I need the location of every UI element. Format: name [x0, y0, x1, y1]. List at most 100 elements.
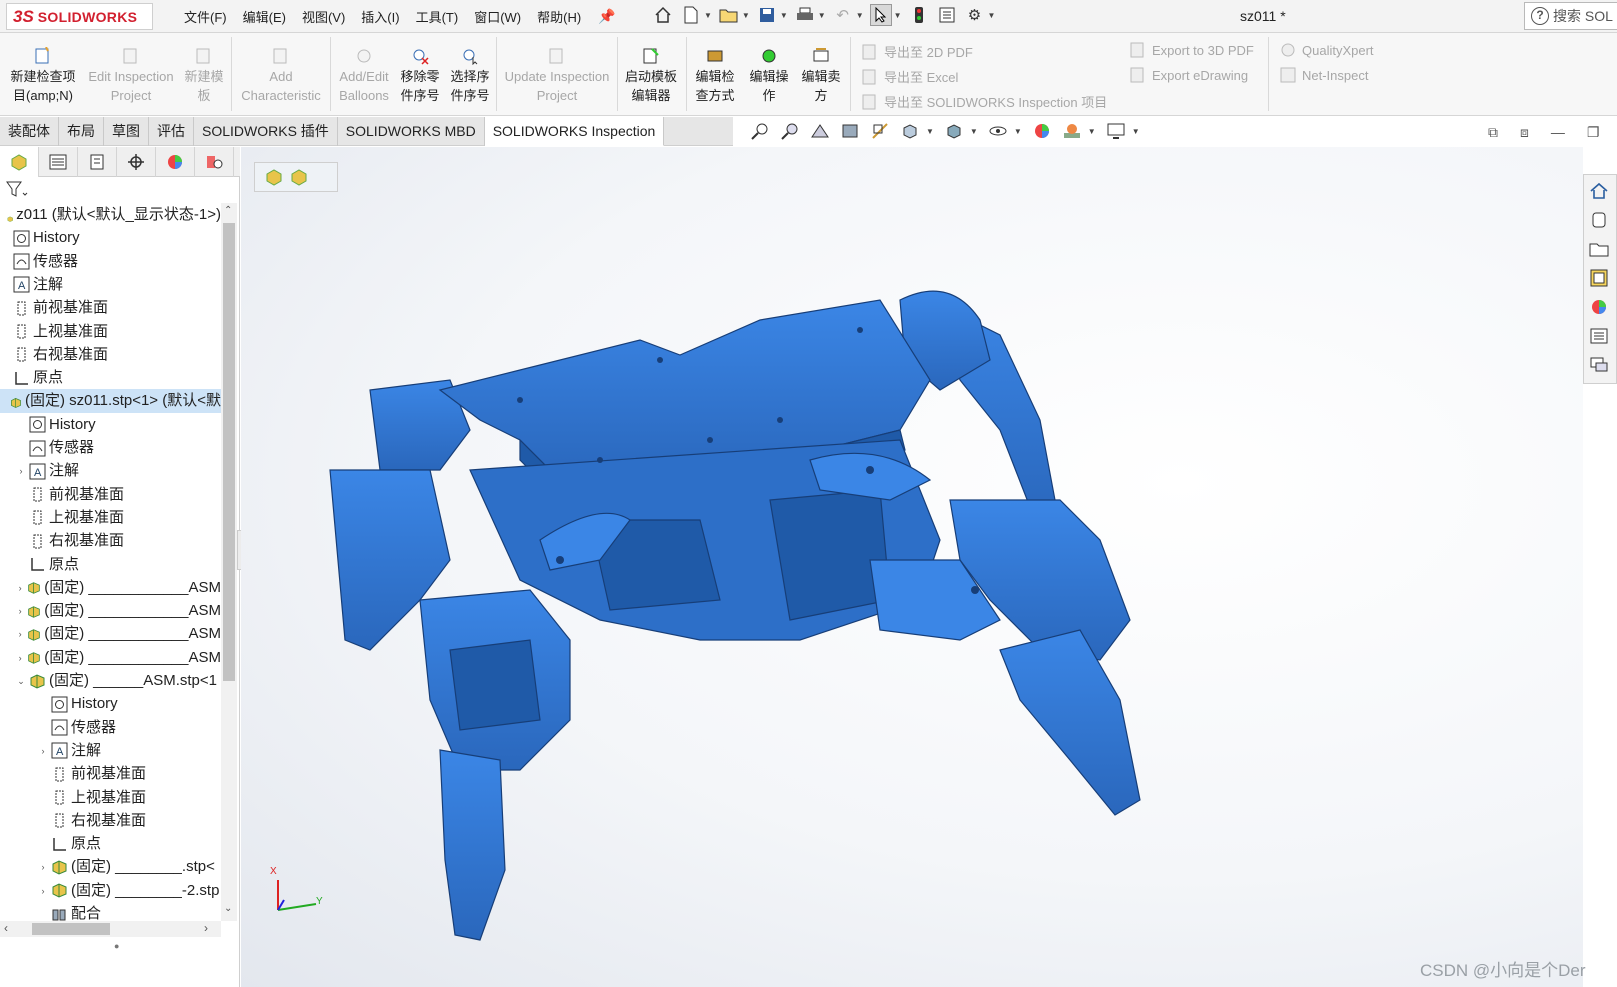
tab-layout[interactable]: 布局: [59, 117, 104, 146]
tree-row[interactable]: History: [0, 226, 221, 250]
tree-row[interactable]: 配合: [38, 902, 221, 921]
expand-toggle-icon[interactable]: ›: [16, 622, 24, 646]
home-icon[interactable]: [1589, 181, 1611, 203]
new-document-icon[interactable]: [680, 4, 702, 26]
filter-icon[interactable]: [6, 181, 28, 202]
view-settings-icon[interactable]: [1106, 121, 1126, 141]
edit-operation-button[interactable]: 编辑操作: [744, 47, 794, 105]
tree-row[interactable]: › (固定) ____________ASM: [16, 646, 221, 670]
tree-row[interactable]: 原点: [16, 553, 221, 577]
edit-vendor-button[interactable]: 编辑卖方: [796, 47, 846, 105]
export-excel-button[interactable]: 导出至 Excel: [862, 67, 958, 86]
tree-row[interactable]: › A 注解: [16, 459, 221, 483]
tab-addins[interactable]: SOLIDWORKS 插件: [194, 117, 338, 146]
menu-file[interactable]: 文件(F): [176, 7, 235, 26]
scrollbar-thumb[interactable]: [32, 923, 110, 935]
menu-insert[interactable]: 插入(I): [353, 7, 407, 26]
breadcrumb[interactable]: [254, 162, 338, 192]
expand-toggle-icon[interactable]: ›: [16, 646, 24, 670]
tree-row[interactable]: z011 (默认<默认_显示状态-1>): [0, 203, 221, 227]
tree-row[interactable]: 原点: [38, 832, 221, 856]
propertymanager-tab[interactable]: [39, 147, 78, 177]
maximize-icon[interactable]: ❐: [1587, 124, 1600, 141]
tree-row[interactable]: 传感器: [16, 436, 221, 460]
scroll-left-icon[interactable]: ‹: [4, 921, 8, 935]
help-question-icon[interactable]: ?: [1531, 7, 1549, 25]
design-library-icon[interactable]: [1589, 210, 1611, 232]
forum-icon[interactable]: [1589, 355, 1611, 377]
apply-scene-icon[interactable]: [1062, 121, 1082, 141]
chevron-down-icon[interactable]: ▼: [1132, 127, 1140, 136]
tree-row[interactable]: 传感器: [38, 716, 221, 740]
scroll-up-icon[interactable]: ⌃: [224, 205, 232, 216]
tree-row[interactable]: 右视基准面: [0, 343, 221, 367]
chevron-down-icon[interactable]: ▼: [780, 11, 788, 20]
restore-pane-icon[interactable]: ⧉: [1488, 124, 1498, 141]
tree-row[interactable]: › (固定) ____________ASM: [16, 622, 221, 646]
edit-appearance-icon[interactable]: [1032, 121, 1052, 141]
chevron-down-icon[interactable]: ▼: [1014, 127, 1022, 136]
zoom-to-area-icon[interactable]: [780, 121, 800, 141]
qualityxpert-button[interactable]: QualityXpert: [1280, 42, 1374, 58]
dynamic-annotation-icon[interactable]: [870, 121, 890, 141]
chevron-down-icon[interactable]: ▼: [1088, 127, 1096, 136]
tab-evaluate[interactable]: 评估: [149, 117, 194, 146]
print-icon[interactable]: [794, 4, 816, 26]
tree-row[interactable]: 前视基准面: [16, 483, 221, 507]
tree-row[interactable]: › (固定) ________.stp<: [38, 855, 221, 879]
pin-icon[interactable]: 📌: [598, 8, 615, 25]
expand-toggle-icon[interactable]: ›: [38, 739, 48, 763]
assembly-breadcrumb-icon[interactable]: [265, 168, 283, 186]
scroll-right-icon[interactable]: ›: [204, 921, 208, 935]
chevron-down-icon[interactable]: ▼: [742, 11, 750, 20]
tree-horizontal-scrollbar[interactable]: ‹ ›: [0, 921, 221, 937]
section-view-icon[interactable]: [840, 121, 860, 141]
scrollbar-thumb[interactable]: [223, 223, 235, 681]
search-box[interactable]: ? 搜索 SOL: [1524, 2, 1617, 30]
update-inspection-project-button[interactable]: Update Inspection Project: [500, 47, 614, 105]
panel-resize-grip[interactable]: ●: [114, 941, 119, 951]
chevron-down-icon[interactable]: ▼: [704, 11, 712, 20]
tree-row[interactable]: 传感器: [0, 250, 221, 274]
chevron-down-icon[interactable]: ▼: [988, 11, 996, 20]
tab-assembly[interactable]: 装配体: [0, 117, 59, 146]
menu-help[interactable]: 帮助(H): [529, 7, 589, 26]
save-icon[interactable]: [756, 4, 778, 26]
tree-row[interactable]: 右视基准面: [38, 809, 221, 833]
view-orientation-icon[interactable]: [900, 121, 920, 141]
expand-toggle-icon[interactable]: ›: [16, 459, 26, 483]
view-palette-icon[interactable]: [1589, 268, 1611, 290]
menu-view[interactable]: 视图(V): [294, 7, 353, 26]
tree-row[interactable]: 右视基准面: [16, 529, 221, 553]
scroll-down-icon[interactable]: ⌄: [224, 903, 232, 914]
part-breadcrumb-icon[interactable]: [289, 168, 309, 186]
export-2d-pdf-button[interactable]: 导出至 2D PDF: [862, 42, 973, 61]
tree-row[interactable]: History: [38, 692, 221, 716]
add-characteristic-button[interactable]: Add Characteristic: [234, 47, 328, 105]
tree-row[interactable]: 上视基准面: [16, 506, 221, 530]
inspection-tab[interactable]: [195, 147, 234, 177]
zoom-to-fit-icon[interactable]: [750, 121, 770, 141]
new-inspection-project-button[interactable]: 新建检查项 目(amp;N): [6, 47, 80, 105]
tree-row[interactable]: A 注解: [0, 273, 221, 297]
file-properties-icon[interactable]: [936, 4, 958, 26]
edit-inspection-project-button[interactable]: Edit Inspection Project: [84, 47, 178, 105]
expand-toggle-icon[interactable]: ⌄: [16, 669, 26, 693]
expand-toggle-icon[interactable]: ›: [38, 855, 48, 879]
menu-tools[interactable]: 工具(T): [408, 7, 467, 26]
graphics-area[interactable]: [241, 147, 1583, 987]
tile-pane-icon[interactable]: ⧈: [1520, 124, 1529, 141]
export-inspection-project-button[interactable]: 导出至 SOLIDWORKS Inspection 项目: [862, 92, 1107, 111]
net-inspect-button[interactable]: Net-Inspect: [1280, 67, 1368, 83]
add-edit-balloons-button[interactable]: Add/Edit Balloons: [334, 47, 394, 105]
home-icon[interactable]: [652, 4, 674, 26]
minimize-icon[interactable]: —: [1551, 124, 1565, 141]
chevron-down-icon[interactable]: ▼: [894, 11, 902, 20]
display-style-icon[interactable]: [944, 121, 964, 141]
tree-row[interactable]: › A 注解: [38, 739, 221, 763]
tree-row[interactable]: 上视基准面: [0, 320, 221, 344]
robot-model-3d[interactable]: [241, 147, 1583, 987]
dimxpert-tab[interactable]: [117, 147, 156, 177]
tree-row[interactable]: › (固定) ____________ASM: [16, 576, 221, 600]
new-template-button[interactable]: 新建模板: [180, 47, 228, 105]
